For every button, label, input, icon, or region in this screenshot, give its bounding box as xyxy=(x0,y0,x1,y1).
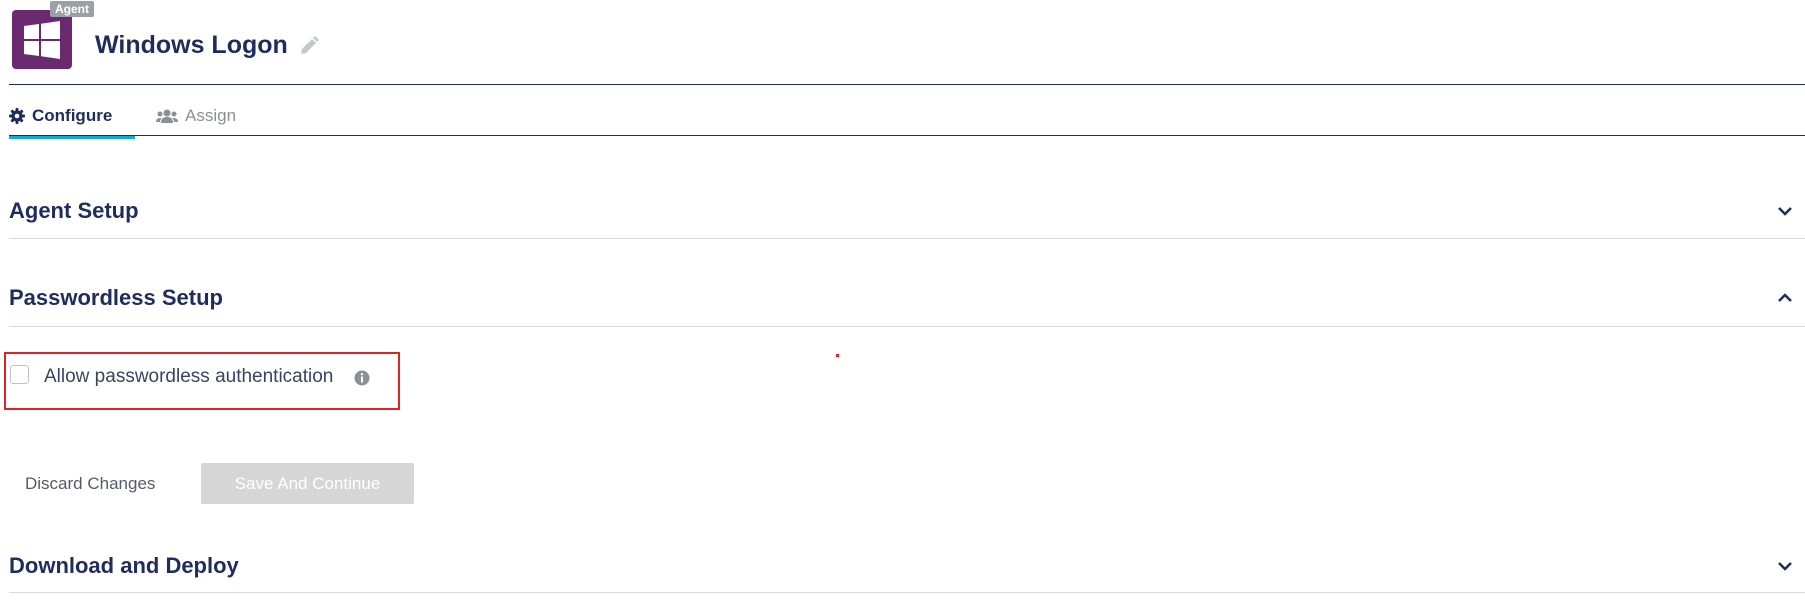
gear-icon xyxy=(9,108,25,124)
section-title: Passwordless Setup xyxy=(9,285,223,310)
section-title: Download and Deploy xyxy=(9,553,239,578)
windows-app-icon xyxy=(12,10,72,69)
discard-changes-button[interactable]: Discard Changes xyxy=(17,463,163,504)
users-icon xyxy=(156,108,178,124)
tab-configure[interactable]: Configure xyxy=(9,95,135,139)
windows-icon xyxy=(24,20,60,59)
download-deploy-header[interactable]: Download and Deploy xyxy=(9,545,1805,585)
tab-assign-label: Assign xyxy=(185,106,237,125)
section-agent-setup: Agent Setup xyxy=(9,190,1805,239)
section-divider xyxy=(9,238,1805,239)
page-title: Windows Logon xyxy=(95,31,288,59)
pencil-icon[interactable] xyxy=(298,35,320,62)
cursor-marker xyxy=(836,354,839,357)
agent-badge: Agent xyxy=(50,1,94,17)
section-divider xyxy=(9,592,1805,593)
chevron-up-icon xyxy=(1777,291,1793,309)
chevron-down-icon xyxy=(1777,559,1793,577)
passwordless-checkbox[interactable] xyxy=(10,365,29,384)
info-icon[interactable] xyxy=(354,370,370,391)
chevron-down-icon xyxy=(1777,204,1793,222)
section-passwordless-setup: Passwordless Setup xyxy=(9,277,1805,327)
section-download-deploy: Download and Deploy xyxy=(9,545,1805,593)
tab-assign[interactable]: Assign xyxy=(156,95,236,137)
passwordless-setup-header[interactable]: Passwordless Setup xyxy=(9,277,1805,317)
save-and-continue-button[interactable]: Save And Continue xyxy=(201,463,414,504)
tab-configure-label: Configure xyxy=(32,106,113,125)
section-divider xyxy=(9,326,1805,327)
header-divider xyxy=(9,84,1805,85)
passwordless-checkbox-label[interactable]: Allow passwordless authentication xyxy=(44,366,333,388)
section-title: Agent Setup xyxy=(9,198,139,223)
tab-bar: Configure Assign xyxy=(9,95,1805,139)
page-header: Agent Windows Logon xyxy=(0,0,1805,85)
tabs-divider xyxy=(9,135,1805,136)
agent-setup-header[interactable]: Agent Setup xyxy=(9,190,1805,230)
